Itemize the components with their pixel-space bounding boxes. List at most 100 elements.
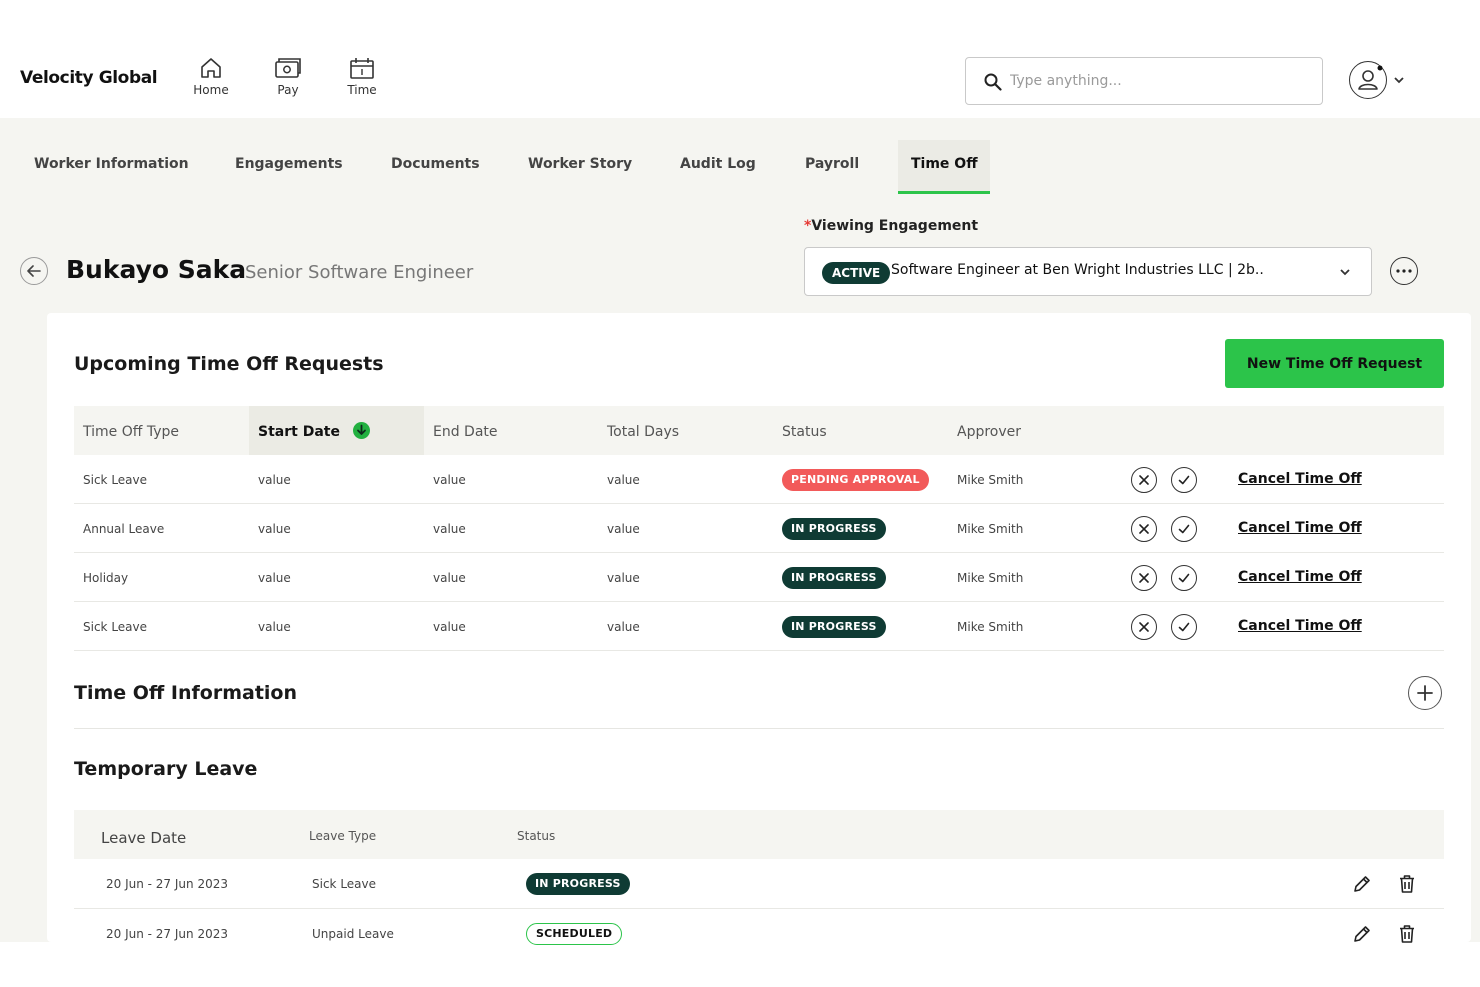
column-header-total-days[interactable]: Total Days <box>607 424 679 440</box>
column-header-end-date[interactable]: End Date <box>433 424 498 440</box>
sort-descending-icon[interactable] <box>353 422 370 439</box>
nav-label-home: Home <box>193 83 229 97</box>
trash-icon[interactable] <box>1398 874 1416 894</box>
nav-time[interactable]: Time <box>332 57 392 97</box>
chevron-down-icon <box>1394 77 1404 84</box>
cell-total-days: value <box>607 571 640 585</box>
column-header-start-date[interactable]: Start Date <box>258 424 340 440</box>
nav-pay[interactable]: Pay <box>258 57 318 97</box>
table-row: Holiday value value value IN PROGRESS Mi… <box>74 553 1444 602</box>
column-header-leave-type[interactable]: Leave Type <box>309 829 376 843</box>
new-time-off-request-button[interactable]: New Time Off Request <box>1225 339 1444 388</box>
upcoming-requests-title: Upcoming Time Off Requests <box>74 353 384 375</box>
tab-payroll[interactable]: Payroll <box>805 156 859 172</box>
calendar-icon <box>350 58 374 79</box>
cell-approver: Mike Smith <box>957 620 1024 634</box>
tab-engagements[interactable]: Engagements <box>235 156 343 172</box>
approve-button[interactable] <box>1171 516 1197 542</box>
approve-button[interactable] <box>1171 467 1197 493</box>
column-header-status[interactable]: Status <box>517 829 555 843</box>
top-bar: Velocity Global Home Pay Time <box>0 0 1480 118</box>
check-icon <box>1178 524 1190 534</box>
cell-end-date: value <box>433 620 466 634</box>
cell-approver: Mike Smith <box>957 473 1024 487</box>
column-header-approver[interactable]: Approver <box>957 424 1021 440</box>
home-icon <box>201 58 221 78</box>
cell-start-date: value <box>258 571 291 585</box>
cell-time-off-type: Sick Leave <box>83 473 148 487</box>
close-icon <box>1139 622 1149 632</box>
cancel-time-off-link[interactable]: Cancel Time Off <box>1238 471 1362 487</box>
engagement-status-badge: ACTIVE <box>822 262 891 284</box>
status-badge: PENDING APPROVAL <box>782 469 929 491</box>
cell-total-days: value <box>607 473 640 487</box>
status-badge: IN PROGRESS <box>782 567 886 589</box>
user-menu[interactable] <box>1349 61 1409 101</box>
table-row: 20 Jun - 27 Jun 2023 Sick Leave IN PROGR… <box>74 859 1444 909</box>
cell-start-date: value <box>258 473 291 487</box>
temporary-leave-table: Leave Date Leave Type Status 20 Jun - 27… <box>74 810 1444 945</box>
plus-icon <box>1417 685 1433 701</box>
page-body: Worker Information Engagements Documents… <box>0 118 1480 945</box>
tab-audit-log[interactable]: Audit Log <box>680 156 756 172</box>
cell-end-date: value <box>433 571 466 585</box>
nav-label-time: Time <box>347 83 377 97</box>
user-icon <box>1358 65 1383 90</box>
cell-leave-date: 20 Jun - 27 Jun 2023 <box>106 877 228 891</box>
cancel-time-off-link[interactable]: Cancel Time Off <box>1238 520 1362 536</box>
cell-time-off-type: Annual Leave <box>83 522 165 536</box>
edit-icon[interactable] <box>1352 874 1372 894</box>
approve-button[interactable] <box>1171 614 1197 640</box>
cell-end-date: value <box>433 473 466 487</box>
more-options-button[interactable] <box>1390 257 1418 285</box>
global-search[interactable] <box>965 57 1323 105</box>
cell-start-date: value <box>258 522 291 536</box>
check-icon <box>1178 475 1190 485</box>
table-row: Sick Leave value value value IN PROGRESS… <box>74 602 1444 651</box>
reject-button[interactable] <box>1131 467 1157 493</box>
cell-leave-type: Sick Leave <box>312 877 377 891</box>
viewing-engagement-label: *Viewing Engagement <box>804 218 978 234</box>
brand-logo[interactable]: Velocity Global <box>20 68 158 88</box>
back-button[interactable] <box>20 257 48 285</box>
close-icon <box>1139 573 1149 583</box>
nav-label-pay: Pay <box>277 83 299 97</box>
trash-icon[interactable] <box>1398 924 1416 944</box>
tab-documents[interactable]: Documents <box>391 156 480 172</box>
search-icon <box>984 73 1002 91</box>
tab-worker-story[interactable]: Worker Story <box>528 156 632 172</box>
table-header: Leave Date Leave Type Status <box>74 810 1444 859</box>
chevron-down-icon <box>1340 269 1350 276</box>
reject-button[interactable] <box>1131 614 1157 640</box>
approve-button[interactable] <box>1171 565 1197 591</box>
reject-button[interactable] <box>1131 516 1157 542</box>
edit-icon[interactable] <box>1352 924 1372 944</box>
arrow-left-icon <box>27 265 41 277</box>
pay-icon <box>275 58 301 78</box>
cell-total-days: value <box>607 522 640 536</box>
column-header-time-off-type[interactable]: Time Off Type <box>83 424 179 440</box>
avatar[interactable] <box>1349 61 1387 99</box>
section-divider <box>74 728 1444 729</box>
cell-start-date: value <box>258 620 291 634</box>
engagement-select-value: Software Engineer at Ben Wright Industri… <box>891 262 1264 278</box>
worker-job-title: Senior Software Engineer <box>245 262 474 283</box>
cancel-time-off-link[interactable]: Cancel Time Off <box>1238 618 1362 634</box>
add-time-off-information-button[interactable] <box>1408 676 1442 710</box>
worker-tabs: Worker Information Engagements Documents… <box>0 118 1480 198</box>
column-header-status[interactable]: Status <box>782 424 827 440</box>
tab-time-off[interactable]: Time Off <box>911 156 978 172</box>
table-header: Time Off Type Start Date End Date Total … <box>74 406 1444 455</box>
status-badge: SCHEDULED <box>526 923 623 945</box>
status-badge: IN PROGRESS <box>782 616 886 638</box>
cell-end-date: value <box>433 522 466 536</box>
cancel-time-off-link[interactable]: Cancel Time Off <box>1238 569 1362 585</box>
column-header-leave-date[interactable]: Leave Date <box>101 829 186 847</box>
cell-total-days: value <box>607 620 640 634</box>
temporary-leave-title: Temporary Leave <box>74 758 258 780</box>
engagement-select[interactable]: ACTIVE Software Engineer at Ben Wright I… <box>804 247 1372 296</box>
reject-button[interactable] <box>1131 565 1157 591</box>
search-input[interactable] <box>1010 68 1310 94</box>
nav-home[interactable]: Home <box>181 57 241 97</box>
tab-worker-information[interactable]: Worker Information <box>34 156 189 172</box>
